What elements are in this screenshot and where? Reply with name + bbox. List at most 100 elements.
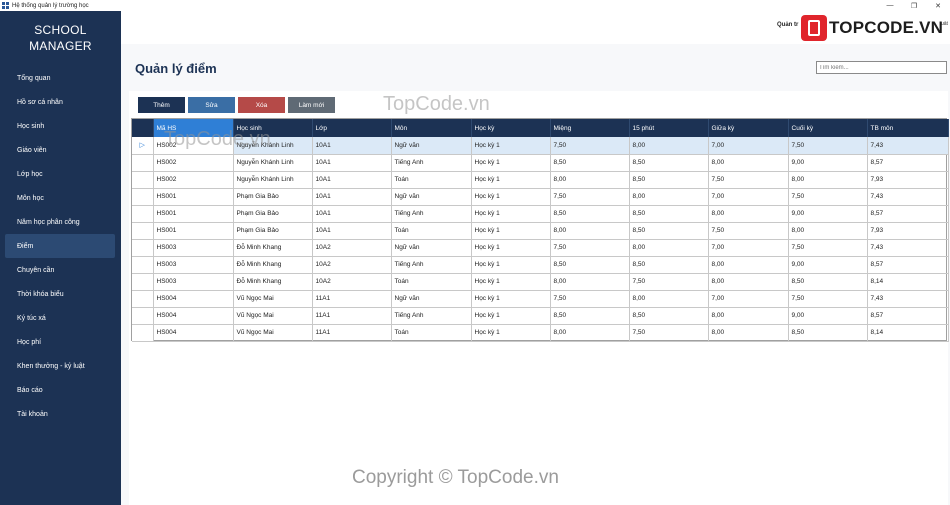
table-cell[interactable]: 8,00 <box>708 307 789 325</box>
row-header[interactable] <box>132 273 154 291</box>
table-cell[interactable]: 8,00 <box>550 222 630 240</box>
table-cell[interactable]: 7,43 <box>867 290 949 308</box>
row-header[interactable] <box>132 239 154 257</box>
table-cell[interactable]: 8,00 <box>708 256 789 274</box>
sidebar-item-hoc-phi[interactable]: Học phí <box>5 330 115 354</box>
col-header-lop[interactable]: Lớp <box>312 119 392 137</box>
minimize-icon[interactable]: — <box>878 0 902 11</box>
table-cell[interactable]: 11A1 <box>312 290 392 308</box>
row-header[interactable] <box>132 307 154 325</box>
table-cell[interactable]: 8,50 <box>629 154 709 172</box>
table-cell[interactable]: Toán <box>391 324 472 342</box>
row-header[interactable] <box>132 222 154 240</box>
table-cell[interactable]: Toán <box>391 171 472 189</box>
table-cell[interactable]: 8,00 <box>550 324 630 342</box>
sidebar-item-tai-khoan[interactable]: Tài khoản <box>5 402 115 426</box>
table-cell[interactable]: Học kỳ 1 <box>471 273 551 291</box>
table-cell[interactable]: 8,50 <box>629 307 709 325</box>
table-cell[interactable]: Toán <box>391 273 472 291</box>
table-row[interactable]: HS002 Nguyễn Khánh Linh 10A1 Toán Học kỳ 1 8,… <box>132 171 949 189</box>
refresh-button[interactable]: Làm mới <box>288 97 335 113</box>
table-cell[interactable]: 7,93 <box>867 222 949 240</box>
table-cell[interactable]: Tiếng Anh <box>391 154 472 172</box>
table-cell[interactable]: HS001 <box>153 205 234 223</box>
row-header[interactable] <box>132 324 154 342</box>
sidebar-item-giao-vien[interactable]: Giáo viên <box>5 138 115 162</box>
row-header[interactable]: ▷ <box>132 137 154 155</box>
table-cell[interactable]: 11A1 <box>312 307 392 325</box>
table-cell[interactable]: 7,50 <box>550 239 630 257</box>
table-cell[interactable]: 9,00 <box>788 256 868 274</box>
table-cell[interactable]: 10A1 <box>312 205 392 223</box>
table-row[interactable]: HS003 Đỗ Minh Khang 10A2 Toán Học kỳ 1 8,00 7,… <box>132 273 949 291</box>
logout-button[interactable]: uất <box>941 21 949 33</box>
table-cell[interactable]: Học kỳ 1 <box>471 222 551 240</box>
row-header[interactable] <box>132 154 154 172</box>
table-cell[interactable]: 10A2 <box>312 273 392 291</box>
table-cell[interactable]: 8,57 <box>867 256 949 274</box>
table-cell[interactable]: Ngữ văn <box>391 239 472 257</box>
table-cell[interactable]: 7,50 <box>708 171 789 189</box>
table-cell[interactable]: HS004 <box>153 290 234 308</box>
table-cell[interactable]: Học kỳ 1 <box>471 171 551 189</box>
col-header-mon[interactable]: Môn <box>391 119 472 137</box>
sidebar-item-khen-thuong[interactable]: Khen thưởng - kỷ luật <box>5 354 115 378</box>
table-cell[interactable]: 8,00 <box>629 188 709 206</box>
row-header[interactable] <box>132 188 154 206</box>
table-cell[interactable]: Tiếng Anh <box>391 205 472 223</box>
table-row[interactable]: HS003 Đỗ Minh Khang 10A2 Ngữ văn Học kỳ 1 7,5… <box>132 239 949 257</box>
table-cell[interactable]: 8,57 <box>867 307 949 325</box>
col-header-cuoi-ky[interactable]: Cuối kỳ <box>788 119 868 137</box>
table-cell[interactable]: Phạm Gia Bảo <box>233 205 313 223</box>
grades-grid[interactable]: Mã HS Học sinh Lớp Môn Học kỳ Miệng 15 p… <box>131 118 949 342</box>
table-cell[interactable]: HS003 <box>153 273 234 291</box>
table-cell[interactable]: 7,50 <box>788 290 868 308</box>
table-cell[interactable]: 7,00 <box>708 239 789 257</box>
table-cell[interactable]: Học kỳ 1 <box>471 188 551 206</box>
col-header-mieng[interactable]: Miệng <box>550 119 630 137</box>
sidebar-item-mon-hoc[interactable]: Môn học <box>5 186 115 210</box>
table-cell[interactable]: 7,93 <box>867 171 949 189</box>
table-cell[interactable]: 7,43 <box>867 188 949 206</box>
table-cell[interactable]: 8,50 <box>550 256 630 274</box>
table-cell[interactable]: 7,50 <box>788 137 868 155</box>
table-cell[interactable]: Học kỳ 1 <box>471 154 551 172</box>
sidebar-item-tong-quan[interactable]: Tổng quan <box>5 66 115 90</box>
table-cell[interactable]: HS002 <box>153 154 234 172</box>
table-cell[interactable]: 9,00 <box>788 307 868 325</box>
table-cell[interactable]: Học kỳ 1 <box>471 307 551 325</box>
table-cell[interactable]: 10A1 <box>312 222 392 240</box>
table-cell[interactable]: 7,43 <box>867 239 949 257</box>
row-header[interactable] <box>132 171 154 189</box>
table-cell[interactable]: Vũ Ngọc Mai <box>233 324 313 342</box>
table-cell[interactable]: Học kỳ 1 <box>471 137 551 155</box>
col-header-hoc-sinh[interactable]: Học sinh <box>233 119 313 137</box>
table-cell[interactable]: 10A1 <box>312 137 392 155</box>
table-cell[interactable]: Đỗ Minh Khang <box>233 256 313 274</box>
table-cell[interactable]: 11A1 <box>312 324 392 342</box>
col-header-tb-mon[interactable]: TB môn <box>867 119 949 137</box>
table-cell[interactable]: 7,50 <box>708 222 789 240</box>
table-cell[interactable]: 7,50 <box>629 273 709 291</box>
table-cell[interactable]: 10A2 <box>312 239 392 257</box>
edit-button[interactable]: Sửa <box>188 97 235 113</box>
table-cell[interactable]: 7,00 <box>708 188 789 206</box>
search-input[interactable] <box>816 61 947 74</box>
maximize-icon[interactable]: ❐ <box>902 0 926 11</box>
table-cell[interactable]: 8,00 <box>708 273 789 291</box>
col-header-giua-ky[interactable]: Giữa kỳ <box>708 119 789 137</box>
sidebar-item-thoi-khoa-bieu[interactable]: Thời khóa biểu <box>5 282 115 306</box>
table-cell[interactable]: Học kỳ 1 <box>471 205 551 223</box>
table-cell[interactable]: 8,50 <box>788 273 868 291</box>
table-cell[interactable]: Phạm Gia Bảo <box>233 222 313 240</box>
table-cell[interactable]: 10A2 <box>312 256 392 274</box>
table-cell[interactable]: 8,14 <box>867 273 949 291</box>
table-cell[interactable]: 7,00 <box>708 290 789 308</box>
table-cell[interactable]: 8,14 <box>867 324 949 342</box>
table-cell[interactable]: Nguyễn Khánh Linh <box>233 154 313 172</box>
col-header-ma-hs[interactable]: Mã HS <box>153 119 234 137</box>
table-cell[interactable]: Học kỳ 1 <box>471 324 551 342</box>
table-cell[interactable]: 7,50 <box>629 324 709 342</box>
table-row[interactable]: HS004 Vũ Ngọc Mai 11A1 Toán Học kỳ 1 8,00 7,50… <box>132 324 949 342</box>
table-cell[interactable]: 8,00 <box>629 137 709 155</box>
